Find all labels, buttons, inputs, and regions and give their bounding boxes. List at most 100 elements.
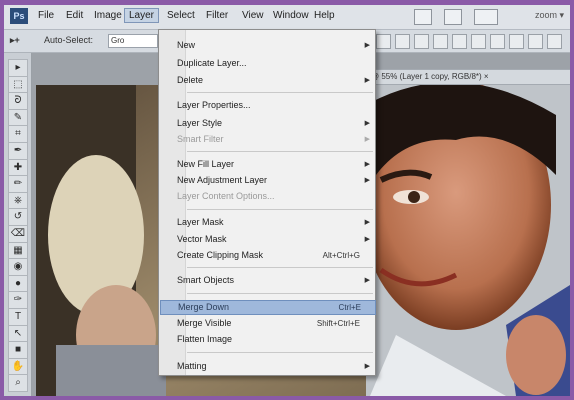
align-left-icon[interactable] — [414, 34, 429, 49]
marquee-tool-icon[interactable]: ⬚ — [8, 75, 28, 94]
align-buttons-group — [357, 34, 562, 49]
submenu-arrow-icon: ▶ — [364, 161, 370, 168]
menu-item-layer-mask[interactable]: Layer Mask ▶ — [160, 216, 374, 229]
submenu-arrow-icon: ▶ — [364, 277, 370, 284]
layer-dropdown-menu: New ▶ Duplicate Layer... Delete ▶ Layer Prope… — [158, 29, 376, 376]
hand-tool-icon[interactable]: ✋ — [8, 357, 28, 376]
toolbox: ▸ ⬚ ᘐ ✎ ⌗ ✒ ✚ ✏ ⎈ ↺ ⌫ ▦ ◉ ● ✑ T ↖ ■ ✋ ⌕ — [4, 53, 32, 396]
document-tab[interactable]: @ 55% (Layer 1 copy, RGB/8*) × — [366, 69, 570, 85]
menu-item-label: Smart Objects — [177, 275, 235, 285]
menu-item-label: New Adjustment Layer — [177, 175, 268, 185]
menu-item-label: Layer Properties... — [177, 100, 251, 110]
menu-layer[interactable]: Layer — [124, 8, 160, 23]
zoom-tool-icon[interactable]: ⌕ — [8, 374, 28, 393]
menu-window[interactable]: Window — [269, 9, 313, 22]
menu-item-merge-visible[interactable]: Merge Visible Shift+Ctrl+E — [160, 317, 374, 330]
menu-item-label: Delete — [177, 75, 204, 85]
menu-item-flatten-image[interactable]: Flatten Image — [160, 333, 374, 346]
menu-image[interactable]: Image — [90, 9, 126, 22]
align-vcenter-icon[interactable] — [376, 34, 391, 49]
zoom-level-dropdown[interactable]: zoom ▾ — [535, 10, 564, 21]
menu-item-label: Merge Visible — [177, 318, 232, 328]
submenu-arrow-icon: ▶ — [364, 42, 370, 49]
submenu-arrow-icon: ▶ — [364, 120, 370, 127]
menu-item-label: Merge Down — [178, 302, 230, 312]
menu-separator — [187, 267, 373, 268]
type-tool-icon[interactable]: T — [8, 308, 28, 326]
submenu-arrow-icon: ▶ — [364, 77, 370, 84]
distribute-top-icon[interactable] — [471, 34, 486, 49]
distribute-vcenter-icon[interactable] — [490, 34, 505, 49]
menu-separator — [187, 209, 373, 210]
gradient-tool-icon[interactable]: ▦ — [8, 241, 28, 260]
eyedropper-tool-icon[interactable]: ✒ — [8, 142, 28, 160]
photoshop-window: Ps File Edit Image Layer Select Filter V… — [4, 5, 570, 396]
menu-item-label: Layer Content Options... — [177, 191, 275, 201]
menu-view[interactable]: View — [238, 9, 268, 22]
pen-tool-icon[interactable]: ✑ — [8, 291, 28, 310]
menu-item-matting[interactable]: Matting ▶ — [160, 360, 374, 373]
menu-item-vector-mask[interactable]: Vector Mask ▶ — [160, 233, 374, 246]
menu-item-label: Matting — [177, 361, 207, 371]
auto-select-label: Auto-Select: — [44, 35, 94, 45]
menu-item-shortcut: Ctrl+E — [338, 303, 361, 312]
menu-item-layer-content-options: Layer Content Options... — [160, 190, 374, 203]
move-tool-preset-icon[interactable]: ▸+ — [10, 35, 20, 46]
menu-separator — [187, 151, 373, 152]
menu-item-new-adjustment-layer[interactable]: New Adjustment Layer ▶ — [160, 174, 374, 187]
clone-stamp-tool-icon[interactable]: ⎈ — [8, 191, 28, 210]
submenu-arrow-icon: ▶ — [364, 363, 370, 370]
menu-item-label: Layer Mask — [177, 217, 224, 227]
move-tool-icon[interactable]: ▸ — [8, 59, 28, 77]
crop-tool-icon[interactable]: ⌗ — [8, 125, 28, 144]
submenu-arrow-icon: ▶ — [364, 219, 370, 226]
bridge-icon[interactable] — [414, 9, 432, 25]
distribute-left-icon[interactable] — [528, 34, 543, 49]
eraser-tool-icon[interactable]: ⌫ — [8, 225, 28, 243]
menu-help[interactable]: Help — [310, 9, 339, 22]
menu-item-label: Create Clipping Mask — [177, 250, 264, 260]
menu-item-duplicate-layer[interactable]: Duplicate Layer... — [160, 57, 374, 70]
menu-bar: Ps File Edit Image Layer Select Filter V… — [4, 5, 570, 30]
menu-item-smart-filter: Smart Filter ▶ — [160, 133, 374, 146]
align-bottom-icon[interactable] — [395, 34, 410, 49]
menu-item-new[interactable]: New ▶ — [160, 39, 374, 52]
distribute-bottom-icon[interactable] — [509, 34, 524, 49]
distribute-right-icon[interactable] — [547, 34, 562, 49]
quick-select-tool-icon[interactable]: ✎ — [8, 108, 28, 127]
healing-brush-tool-icon[interactable]: ✚ — [8, 158, 28, 177]
menu-item-label: Vector Mask — [177, 234, 227, 244]
photoshop-logo-icon: Ps — [10, 8, 28, 24]
lasso-tool-icon[interactable]: ᘐ — [8, 92, 28, 111]
menu-item-label: New Fill Layer — [177, 159, 235, 169]
shape-tool-icon[interactable]: ■ — [8, 341, 28, 360]
menu-item-layer-style[interactable]: Layer Style ▶ — [160, 117, 374, 130]
arrange-documents-icon[interactable] — [474, 9, 498, 25]
menu-separator — [187, 92, 373, 93]
menu-item-shortcut: Alt+Ctrl+G — [322, 251, 360, 260]
dodge-tool-icon[interactable]: ● — [8, 274, 28, 293]
menu-item-new-fill-layer[interactable]: New Fill Layer ▶ — [160, 158, 374, 171]
history-brush-tool-icon[interactable]: ↺ — [8, 208, 28, 227]
menu-item-delete[interactable]: Delete ▶ — [160, 74, 374, 87]
align-hcenter-icon[interactable] — [433, 34, 448, 49]
auto-select-dropdown[interactable]: Gro — [108, 34, 158, 48]
path-select-tool-icon[interactable]: ↖ — [8, 324, 28, 343]
menu-filter[interactable]: Filter — [202, 9, 232, 22]
brush-tool-icon[interactable]: ✏ — [8, 175, 28, 194]
blur-tool-icon[interactable]: ◉ — [8, 258, 28, 277]
mini-bridge-icon[interactable] — [444, 9, 462, 25]
menu-item-create-clipping-mask[interactable]: Create Clipping Mask Alt+Ctrl+G — [160, 249, 374, 262]
menu-select[interactable]: Select — [163, 9, 199, 22]
menu-file[interactable]: File — [34, 9, 58, 22]
menu-item-layer-properties[interactable]: Layer Properties... — [160, 99, 374, 112]
menu-item-smart-objects[interactable]: Smart Objects ▶ — [160, 274, 374, 287]
menu-edit[interactable]: Edit — [62, 9, 87, 22]
menu-item-label: New — [177, 40, 196, 50]
menu-item-merge-down[interactable]: Merge Down Ctrl+E — [160, 300, 376, 315]
menu-separator — [187, 293, 373, 294]
menu-item-label: Smart Filter — [177, 134, 224, 144]
align-right-icon[interactable] — [452, 34, 467, 49]
menu-item-shortcut: Shift+Ctrl+E — [316, 319, 360, 328]
menu-separator — [187, 352, 373, 353]
